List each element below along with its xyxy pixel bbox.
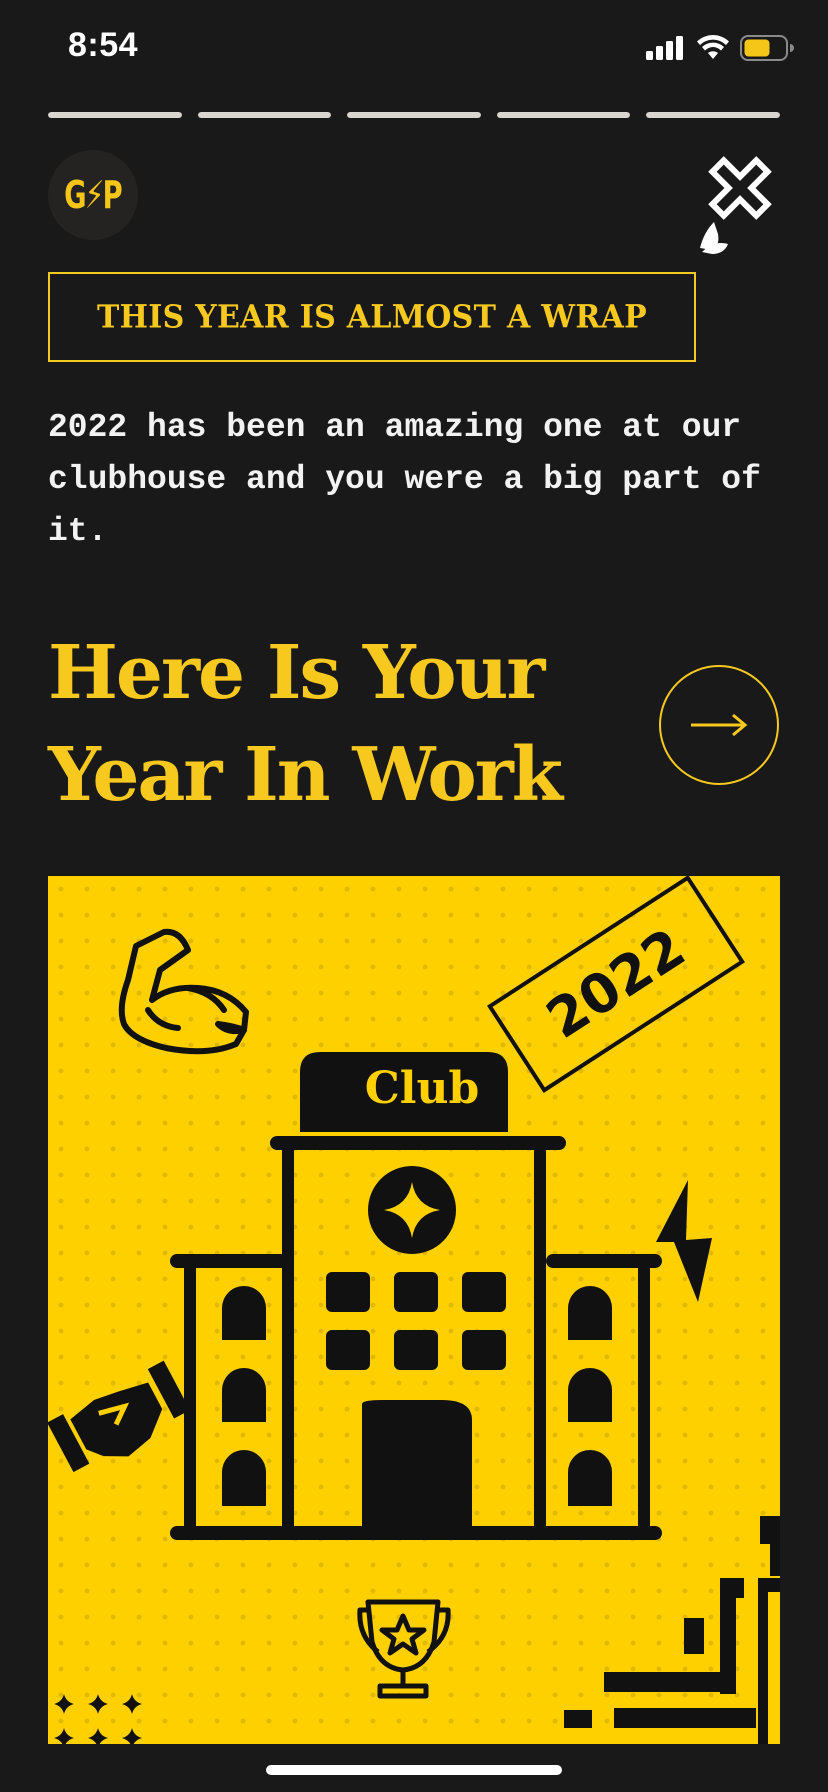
story-progress-bar (48, 112, 780, 118)
lightning-bolt-icon (656, 1180, 712, 1302)
trophy-icon (357, 1599, 451, 1699)
next-button[interactable] (659, 665, 779, 785)
year-wrap-banner: THIS YEAR IS ALMOST A WRAP (48, 272, 696, 362)
flexed-bicep-icon (118, 928, 249, 1055)
year-tag-text: 2022 (536, 916, 696, 1051)
home-indicator[interactable] (266, 1765, 562, 1775)
story-progress-segment (646, 112, 780, 118)
year-tag: 2022 (487, 876, 745, 1093)
status-icons (646, 32, 794, 64)
sparkles-icon (54, 1694, 142, 1744)
story-progress-segment (48, 112, 182, 118)
poster-illustration: 2022 Club (48, 876, 780, 1744)
story-progress-segment (496, 112, 631, 118)
handshake-icon (48, 1360, 190, 1473)
intro-text: 2022 has been an amazing one at our club… (48, 409, 761, 550)
wifi-icon (697, 35, 729, 59)
story-progress-segment (197, 112, 332, 118)
banner-label: THIS YEAR IS ALMOST A WRAP (96, 298, 647, 336)
corner-decoration (564, 1516, 780, 1744)
page-title: Here Is Your Year In Work (48, 630, 563, 818)
status-time: 8:54 (68, 26, 139, 64)
status-bar: 8:54 (0, 0, 828, 100)
story-progress-segment (347, 112, 481, 118)
year-in-work-poster: 2022 Club (48, 876, 780, 1744)
battery-icon (740, 35, 794, 61)
cellular-signal-icon (646, 36, 683, 60)
club-building-icon: Club (170, 1052, 662, 1540)
building-sign-text: Club (365, 1063, 480, 1114)
arrow-right-icon (691, 713, 748, 737)
close-x-icon[interactable] (690, 152, 790, 262)
brand-logo-text: G⚡P (64, 173, 124, 217)
brand-avatar[interactable]: G⚡P (48, 150, 138, 240)
